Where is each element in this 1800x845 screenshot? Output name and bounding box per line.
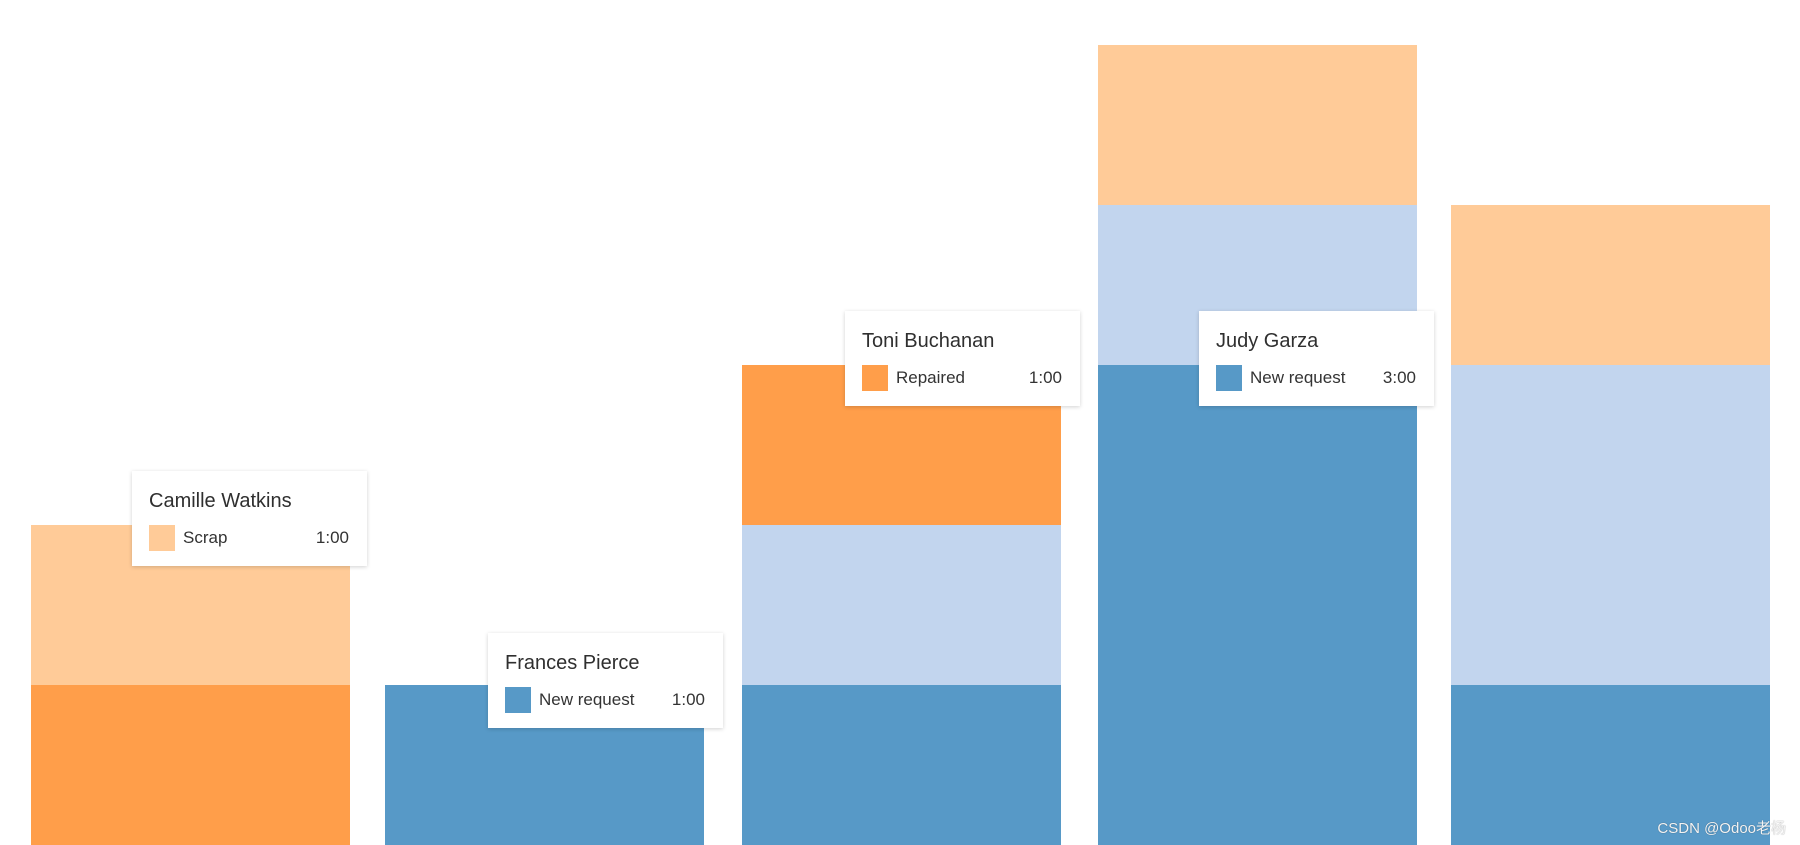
tooltip-series-label: Scrap xyxy=(183,528,228,547)
tooltip-title: Frances Pierce xyxy=(505,652,640,674)
bar-segment-new-request[interactable] xyxy=(1098,365,1417,845)
bar-segment-scrap[interactable] xyxy=(1451,205,1770,365)
stacked-bar-chart xyxy=(31,45,1770,845)
tooltip-judy-garza: Judy Garza New request 3:00 xyxy=(1199,311,1434,406)
tooltip-title: Toni Buchanan xyxy=(862,330,995,352)
tooltip-frances-pierce: Frances Pierce New request 1:00 xyxy=(488,633,723,728)
tooltip-title: Camille Watkins xyxy=(149,490,292,512)
legend-swatch xyxy=(505,687,531,713)
tooltip-series-label: New request xyxy=(539,690,635,709)
bar-segment-in-progress[interactable] xyxy=(1451,365,1770,685)
watermark: CSDN @Odoo老杨 xyxy=(1657,820,1786,837)
bar-group-camille-watkins[interactable] xyxy=(31,525,350,845)
bar-segment-in-progress[interactable] xyxy=(742,525,1061,685)
tooltip-value: 1:00 xyxy=(1028,368,1062,387)
legend-swatch xyxy=(149,525,175,551)
bar-segment-repaired[interactable] xyxy=(31,685,350,845)
tooltip-toni-buchanan: Toni Buchanan Repaired 1:00 xyxy=(845,311,1080,406)
bar-segment-scrap[interactable] xyxy=(1098,45,1417,205)
bar-group-toni-buchanan[interactable] xyxy=(742,365,1061,845)
bar-group-judy-garza[interactable] xyxy=(1098,45,1417,845)
legend-swatch xyxy=(862,365,888,391)
tooltip-title: Judy Garza xyxy=(1216,330,1319,352)
tooltip-value: 3:00 xyxy=(1382,368,1416,387)
tooltip-value: 1:00 xyxy=(315,528,349,547)
tooltip-camille-watkins: Camille Watkins Scrap 1:00 xyxy=(132,471,367,566)
tooltip-series-label: New request xyxy=(1250,368,1346,387)
tooltip-value: 1:00 xyxy=(671,690,705,709)
tooltip-series-label: Repaired xyxy=(896,368,965,387)
bar-group-unnamed[interactable] xyxy=(1451,205,1770,845)
bar-segment-new-request[interactable] xyxy=(742,685,1061,845)
legend-swatch xyxy=(1216,365,1242,391)
